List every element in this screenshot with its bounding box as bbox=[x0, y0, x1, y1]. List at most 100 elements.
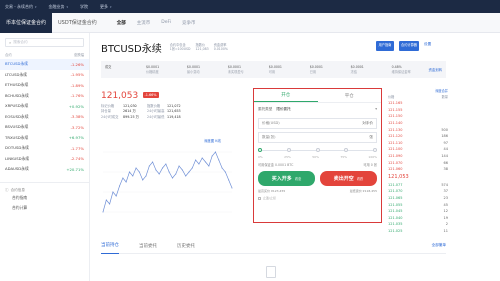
contract-row[interactable]: LINKUSD永续 -2.74% bbox=[0, 154, 89, 165]
bid-row[interactable]: 121.045 12 bbox=[388, 208, 448, 215]
bid-row[interactable]: 121.035 2 bbox=[388, 221, 448, 228]
ask-row[interactable]: 121.070 66 bbox=[388, 159, 448, 166]
contract-row[interactable]: BTCUSD永续 -1.26% bbox=[0, 59, 89, 70]
calculator-button[interactable]: 合约计算器 bbox=[399, 41, 419, 51]
slider-stop[interactable] bbox=[373, 148, 377, 152]
stat-key: 标记价格 bbox=[101, 104, 115, 108]
contract-row[interactable]: BCHUSD永续 -1.76% bbox=[0, 91, 89, 102]
nav-item-label: 交易 - 永续合约 bbox=[5, 3, 33, 9]
link-contract-calc[interactable]: 合约计算 bbox=[0, 203, 89, 213]
contract-name: BSVUSD永续 bbox=[5, 124, 29, 130]
chart-view-links[interactable]: 深度图 K线 bbox=[204, 138, 221, 143]
contract-name: DOTUSD永续 bbox=[5, 145, 29, 151]
link-contract-guide[interactable]: 合约指南 bbox=[0, 193, 89, 203]
nav-item-trade[interactable]: 交易 - 永续合约 ▾ bbox=[5, 4, 37, 10]
bid-row[interactable]: 121.065 23 bbox=[388, 195, 448, 202]
long-limit: 最高买价 ¥123,455 bbox=[258, 189, 286, 193]
contract-name: LTCUSD永续 bbox=[5, 71, 28, 77]
contract-row[interactable]: ETHUSD永续 -1.89% bbox=[0, 80, 89, 91]
pct-label: 75% bbox=[340, 155, 347, 159]
slider-stop[interactable] bbox=[286, 148, 291, 152]
contract-row[interactable]: XRPUSD永续 +0.92% bbox=[0, 101, 89, 112]
contract-row[interactable]: EOSUSD永续 -3.38% bbox=[0, 112, 89, 123]
data-point bbox=[198, 163, 200, 165]
transfer-link[interactable]: 资金划转 bbox=[428, 67, 442, 72]
search-input[interactable]: 搜索合约 bbox=[13, 40, 27, 45]
ask-row[interactable]: 121.060 38 bbox=[388, 166, 448, 173]
slider-stop[interactable] bbox=[315, 148, 320, 152]
tpsl-label: 止盈/止损 bbox=[263, 196, 277, 200]
ask-row[interactable]: 121.150 bbox=[388, 113, 448, 120]
ask-row[interactable]: 121.155 bbox=[388, 107, 448, 114]
ask-row[interactable]: 121.090 144 bbox=[388, 153, 448, 160]
ask-row[interactable]: 121.100 44 bbox=[388, 146, 448, 153]
contract-row[interactable]: DOTUSD永续 -1.77% bbox=[0, 143, 89, 154]
nav-item-more[interactable]: 更多 ▾ bbox=[100, 4, 112, 10]
contract-row[interactable]: BSVUSD永续 -3.72% bbox=[0, 122, 89, 133]
stat-key: 24小时最高 bbox=[147, 109, 165, 114]
tpsl-toggle[interactable]: 止盈/止损 bbox=[254, 196, 381, 200]
contract-row[interactable]: TRXUSD永续 +6.97% bbox=[0, 133, 89, 144]
amount-slider[interactable] bbox=[258, 147, 377, 153]
ask-row[interactable]: 121.130 500 bbox=[388, 126, 448, 133]
slider-stop[interactable] bbox=[344, 148, 349, 152]
book-price: 121.090 bbox=[388, 154, 403, 159]
settings-link[interactable]: 设置 bbox=[424, 42, 431, 47]
contract-row[interactable]: LTCUSD永续 -1.95% bbox=[0, 70, 89, 81]
tab-coin-margined[interactable]: 币本位保证金合约 bbox=[0, 12, 53, 33]
nav-item-finance[interactable]: 金融业务 ▾ bbox=[49, 4, 69, 10]
stat-value: 价格精度 bbox=[145, 69, 159, 74]
ask-row[interactable]: 121.165 bbox=[388, 100, 448, 107]
price-field-label: 价格(USD) bbox=[262, 121, 280, 125]
book-price: 121.130 bbox=[388, 127, 403, 132]
tab-altcoins[interactable]: 竞争币 bbox=[182, 20, 196, 26]
ask-row[interactable]: 121.110 97 bbox=[388, 140, 448, 147]
data-point bbox=[205, 161, 207, 163]
order-type-select[interactable]: 委托类型 限价委托 ▾ bbox=[254, 103, 381, 115]
bid-row[interactable]: 121.025 11 bbox=[388, 228, 448, 235]
slider-stop[interactable] bbox=[258, 148, 262, 152]
button-sublabel: 看涨 bbox=[294, 177, 302, 181]
stat-item: 成交 bbox=[101, 65, 142, 74]
price-unit[interactable]: 对手价 bbox=[362, 121, 373, 126]
contract-row[interactable]: ADAUSD永续 +20.71% bbox=[0, 164, 89, 175]
data-point bbox=[132, 175, 134, 177]
tab-all[interactable]: 全部 bbox=[117, 20, 126, 26]
book-price: 121.045 bbox=[388, 209, 403, 214]
book-price: 121.150 bbox=[388, 114, 403, 119]
contract-change: -1.77% bbox=[70, 145, 84, 151]
stat-item: $0.0001 价格精度 bbox=[142, 65, 183, 74]
quantity-field[interactable]: 数量(张) 张 bbox=[258, 132, 377, 143]
nav-item-academy[interactable]: 学院 bbox=[80, 4, 88, 10]
chevron-down-icon: ▾ bbox=[66, 4, 69, 9]
tab-close[interactable]: 平仓 bbox=[318, 89, 382, 102]
data-point bbox=[135, 167, 137, 169]
contract-tab-bar: 币本位保证金合约 USDT保证金合约 全部 主流币 DeFi 竞争币 bbox=[0, 12, 500, 33]
ask-row[interactable]: 121.140 bbox=[388, 120, 448, 127]
user-guide-button[interactable]: 用户指南 bbox=[376, 41, 394, 51]
cancel-all-link[interactable]: 全部撤单 bbox=[432, 243, 446, 248]
bid-row[interactable]: 121.077 574 bbox=[388, 182, 448, 189]
book-qty: 2 bbox=[445, 222, 448, 227]
tab-current-positions[interactable]: 当前持仓 bbox=[101, 238, 119, 254]
price-field[interactable]: 价格(USD) 对手价 bbox=[258, 118, 377, 129]
tab-defi[interactable]: DeFi bbox=[161, 20, 171, 25]
tab-usdt-margined[interactable]: USDT保证金合约 bbox=[52, 13, 103, 33]
search-box[interactable]: ⌕ 搜索合约 bbox=[5, 38, 84, 47]
contract-change: -2.74% bbox=[70, 156, 84, 162]
bid-row[interactable]: 121.040 19 bbox=[388, 215, 448, 222]
data-point bbox=[158, 173, 160, 175]
tab-order-history[interactable]: 历史委托 bbox=[177, 238, 195, 254]
tab-open-orders[interactable]: 当前委托 bbox=[139, 238, 157, 254]
buy-long-button[interactable]: 买入开多 看涨 bbox=[258, 171, 315, 186]
data-point bbox=[231, 187, 233, 189]
bid-row[interactable]: 121.055 45 bbox=[388, 201, 448, 208]
tab-open[interactable]: 开仓 bbox=[254, 89, 318, 102]
checkbox-icon[interactable] bbox=[258, 196, 261, 200]
sell-short-button[interactable]: 卖出开空 看跌 bbox=[320, 171, 377, 186]
bid-row[interactable]: 121.070 37 bbox=[388, 188, 448, 195]
stat-item: $0.0001 已用 bbox=[306, 65, 347, 74]
ask-row[interactable]: 121.120 186 bbox=[388, 133, 448, 140]
contract-change: -3.72% bbox=[70, 124, 84, 130]
tab-mainstream[interactable]: 主流币 bbox=[137, 20, 151, 26]
